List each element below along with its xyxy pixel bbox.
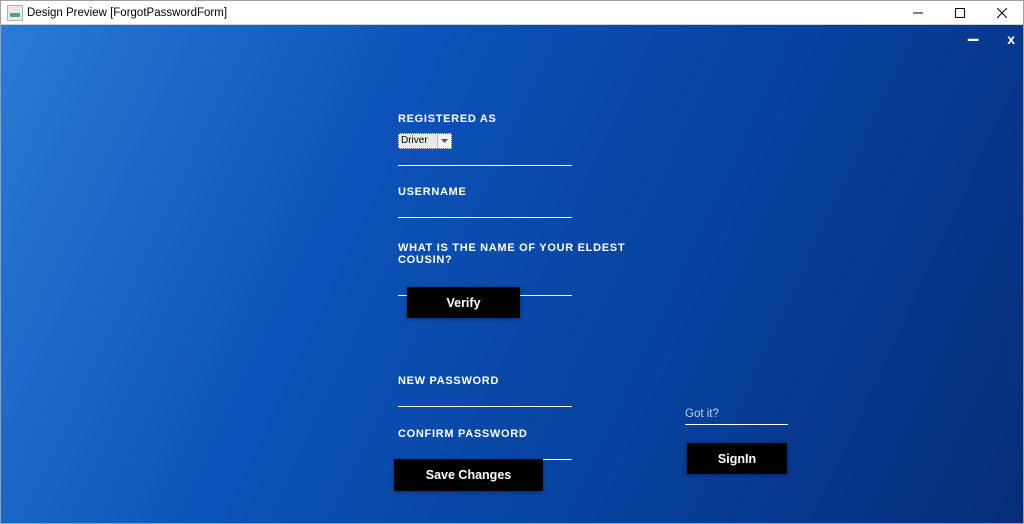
- minimize-icon: [913, 8, 923, 18]
- registered-as-underline[interactable]: [398, 150, 572, 166]
- app-icon: [7, 5, 23, 21]
- inner-close-button[interactable]: x: [1007, 31, 1015, 47]
- confirm-password-input[interactable]: [398, 444, 572, 460]
- maximize-button[interactable]: [939, 1, 981, 24]
- registered-as-label: REGISTERED AS: [398, 113, 598, 125]
- registered-as-select[interactable]: Driver: [398, 133, 452, 149]
- maximize-icon: [955, 8, 965, 18]
- window-title: Design Preview [ForgotPasswordForm]: [27, 7, 897, 19]
- chevron-down-icon: [437, 134, 451, 148]
- registered-as-value: Driver: [401, 135, 428, 146]
- title-bar: Design Preview [ForgotPasswordForm]: [1, 1, 1023, 25]
- username-input[interactable]: [398, 202, 572, 218]
- confirm-password-label: CONFIRM PASSWORD: [398, 428, 598, 440]
- minimize-button[interactable]: [897, 1, 939, 24]
- window-frame: Design Preview [ForgotPasswordForm] – x …: [0, 0, 1024, 524]
- inner-minimize-button[interactable]: –: [967, 34, 979, 44]
- new-password-label: NEW PASSWORD: [398, 375, 598, 387]
- username-label: USERNAME: [398, 186, 598, 198]
- close-icon: [997, 8, 1007, 18]
- security-question-label: WHAT IS THE NAME OF YOUR ELDEST COUSIN?: [398, 242, 658, 266]
- content-pane: – x REGISTERED AS Driver USERNAME: [1, 25, 1023, 523]
- new-password-input[interactable]: [398, 391, 572, 407]
- verify-button[interactable]: Verify: [407, 287, 520, 318]
- signin-button[interactable]: SignIn: [687, 443, 787, 474]
- close-button[interactable]: [981, 1, 1023, 24]
- save-changes-button[interactable]: Save Changes: [394, 459, 543, 491]
- got-it-label: Got it?: [685, 408, 788, 425]
- inner-window-controls: – x: [967, 31, 1015, 47]
